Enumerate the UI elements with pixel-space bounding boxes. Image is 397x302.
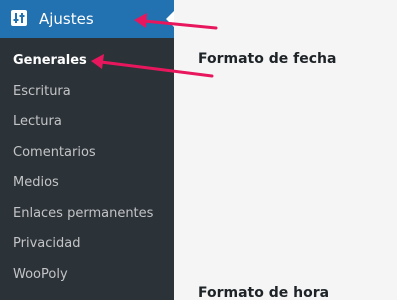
settings-submenu: Generales Escritura Lectura Comentarios … <box>0 46 174 290</box>
time-format-label: Formato de hora <box>198 285 330 301</box>
settings-content <box>174 0 397 300</box>
admin-sidebar: Ajustes Generales Escritura Lectura Come… <box>0 0 174 300</box>
current-menu-pointer <box>166 11 174 27</box>
submenu-item-comentarios[interactable]: Comentarios <box>0 138 174 169</box>
submenu-item-woopoly[interactable]: WooPoly <box>0 260 174 291</box>
submenu-item-escritura[interactable]: Escritura <box>0 77 174 108</box>
submenu-item-enlaces-permanentes[interactable]: Enlaces permanentes <box>0 199 174 230</box>
date-format-label: Formato de fecha <box>198 51 337 67</box>
submenu-item-generales[interactable]: Generales <box>0 46 174 77</box>
submenu-item-medios[interactable]: Medios <box>0 168 174 199</box>
menu-item-label: Ajustes <box>39 10 94 28</box>
submenu-item-lectura[interactable]: Lectura <box>0 107 174 138</box>
menu-item-ajustes[interactable]: Ajustes <box>0 0 174 38</box>
submenu-item-privacidad[interactable]: Privacidad <box>0 229 174 260</box>
sliders-icon <box>11 10 27 26</box>
